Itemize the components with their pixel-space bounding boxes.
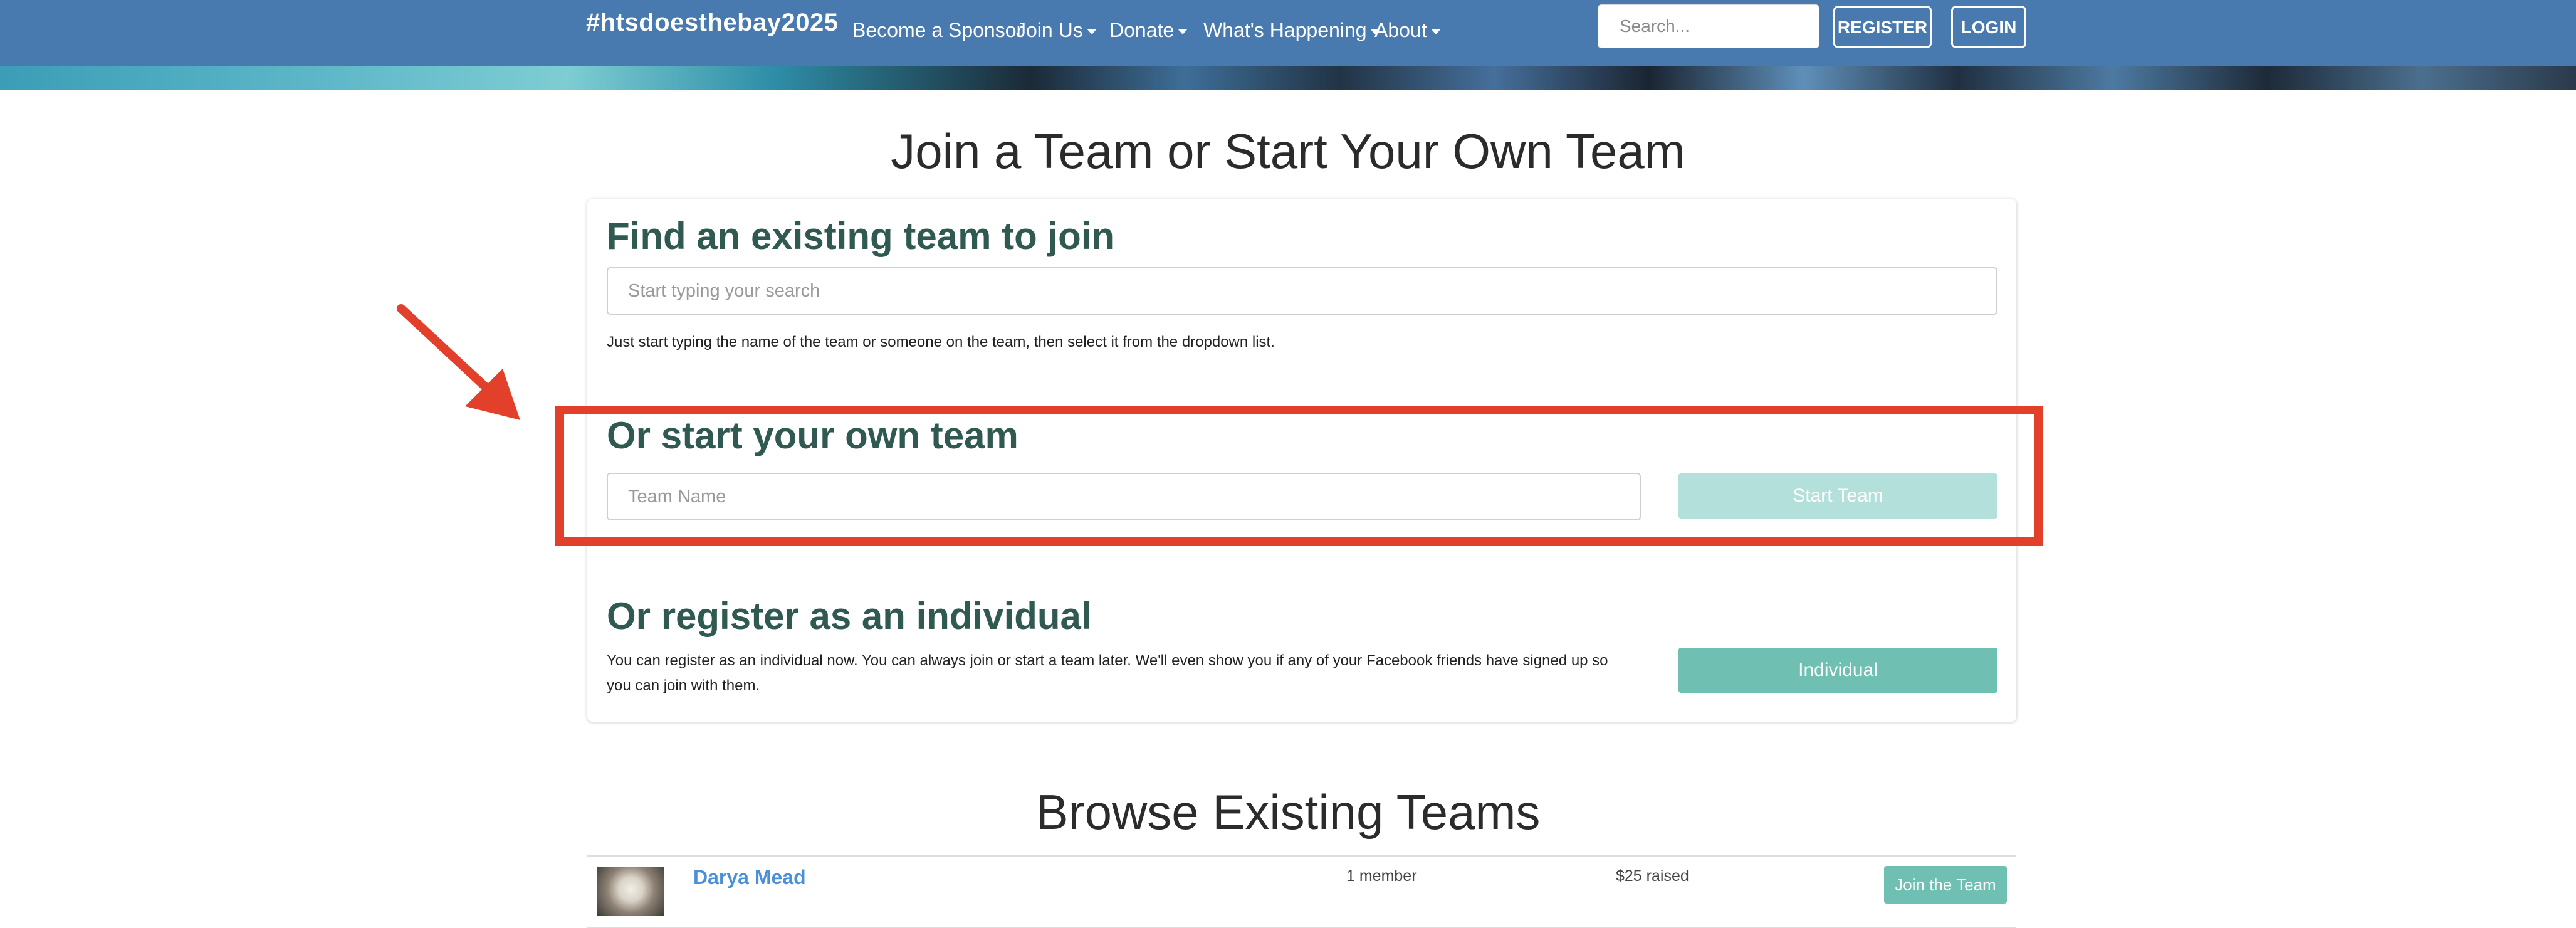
team-name-input[interactable]	[607, 473, 1641, 520]
find-team-help-text: Just start typing the name of the team o…	[607, 334, 1275, 351]
team-name-link[interactable]: Darya Mead	[693, 866, 806, 889]
individual-description: You can register as an individual now. Y…	[607, 652, 1608, 694]
caret-down-icon	[1086, 29, 1097, 35]
individual-title: Or register as an individual	[607, 595, 1092, 637]
arrow-icon	[397, 304, 520, 420]
team-avatar	[597, 867, 664, 916]
page-title: Join a Team or Start Your Own Team	[891, 124, 1685, 179]
start-team-button[interactable]: Start Team	[1678, 473, 1997, 519]
caret-down-icon	[1178, 29, 1188, 35]
caret-down-icon	[1430, 29, 1441, 35]
brand-hashtag[interactable]: #htsdoesthebay2025	[586, 5, 839, 40]
top-navbar: #htsdoesthebay2025 Become a Sponsor Join…	[0, 0, 2576, 66]
nav-label: What's Happening	[1203, 19, 1367, 41]
nav-become-a-sponsor[interactable]: Become a Sponsor	[852, 15, 1023, 45]
browse-teams-title: Browse Existing Teams	[1035, 784, 1541, 840]
team-member-count: 1 member	[1346, 867, 1417, 885]
team-amount-raised: $25 raised	[1616, 867, 1689, 885]
nav-label: About	[1374, 19, 1427, 41]
join-team-button[interactable]: Join the Team	[1884, 866, 2007, 904]
nav-join-us[interactable]: Join Us	[1016, 15, 1097, 45]
nav-about[interactable]: About	[1374, 15, 1441, 45]
nav-label: Join Us	[1016, 19, 1083, 41]
row-divider	[587, 855, 2016, 857]
individual-button[interactable]: Individual	[1678, 648, 1997, 693]
start-team-title: Or start your own team	[607, 414, 1018, 456]
nav-label: Donate	[1109, 19, 1175, 41]
find-team-title: Find an existing team to join	[607, 215, 1115, 257]
hero-banner-image	[0, 66, 2576, 90]
register-button[interactable]: REGISTER	[1833, 6, 1932, 48]
nav-donate[interactable]: Donate	[1109, 15, 1188, 45]
nav-search-input[interactable]	[1598, 4, 1819, 48]
nav-whats-happening[interactable]: What's Happening	[1203, 15, 1381, 45]
team-search-input[interactable]	[607, 267, 1997, 315]
login-button[interactable]: LOGIN	[1951, 6, 2026, 48]
nav-label: Become a Sponsor	[852, 19, 1024, 41]
